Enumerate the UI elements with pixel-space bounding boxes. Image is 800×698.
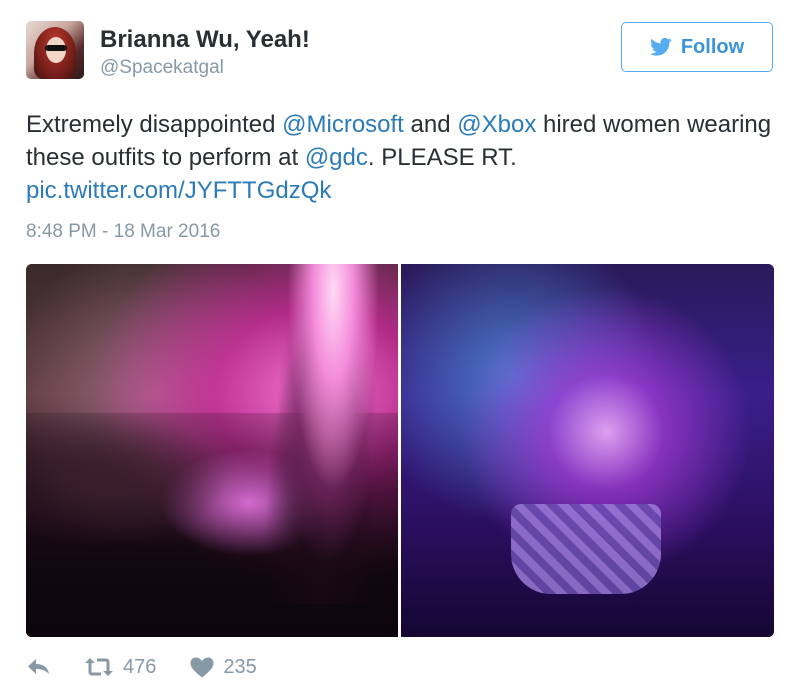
- photo-right-dancer: [511, 504, 661, 594]
- follow-button-label: Follow: [680, 35, 745, 58]
- retweet-button[interactable]: 476: [84, 656, 156, 679]
- tweet-media: [26, 264, 774, 637]
- tweet-text-part: Extremely disappointed: [26, 111, 283, 138]
- reply-icon: [28, 659, 49, 674]
- tweet-text: Extremely disappointed @Microsoft and @X…: [26, 108, 776, 207]
- tweet-text-part: and: [403, 111, 458, 138]
- avatar[interactable]: [26, 21, 84, 79]
- photo-left-dancer: [262, 264, 392, 604]
- retweet-count: 476: [123, 655, 157, 678]
- user-handle[interactable]: @Spacekatgal: [100, 57, 224, 79]
- heart-icon: [190, 657, 214, 677]
- retweet-icon: [85, 658, 113, 676]
- photo-right[interactable]: [401, 264, 774, 637]
- twitter-bird-icon: [649, 37, 672, 56]
- follow-button[interactable]: Follow: [621, 22, 773, 72]
- reply-button[interactable]: [26, 657, 52, 677]
- avatar-glasses: [45, 45, 67, 51]
- like-count: 235: [223, 655, 257, 678]
- mention-microsoft-link[interactable]: @Microsoft: [282, 111, 404, 138]
- tweet-timestamp[interactable]: 8:48 PM - 18 Mar 2016: [26, 221, 220, 243]
- mention-gdc-link[interactable]: @gdc: [305, 144, 368, 171]
- tweet-actions: 476 235: [26, 652, 257, 682]
- user-display-name[interactable]: Brianna Wu, Yeah!: [100, 26, 310, 54]
- photo-left[interactable]: [26, 264, 398, 637]
- pic-twitter-link[interactable]: pic.twitter.com/JYFTTGdzQk: [26, 177, 331, 204]
- like-button[interactable]: 235: [190, 655, 257, 679]
- mention-xbox-link[interactable]: @Xbox: [457, 111, 536, 138]
- tweet-text-part: . PLEASE RT.: [367, 144, 517, 171]
